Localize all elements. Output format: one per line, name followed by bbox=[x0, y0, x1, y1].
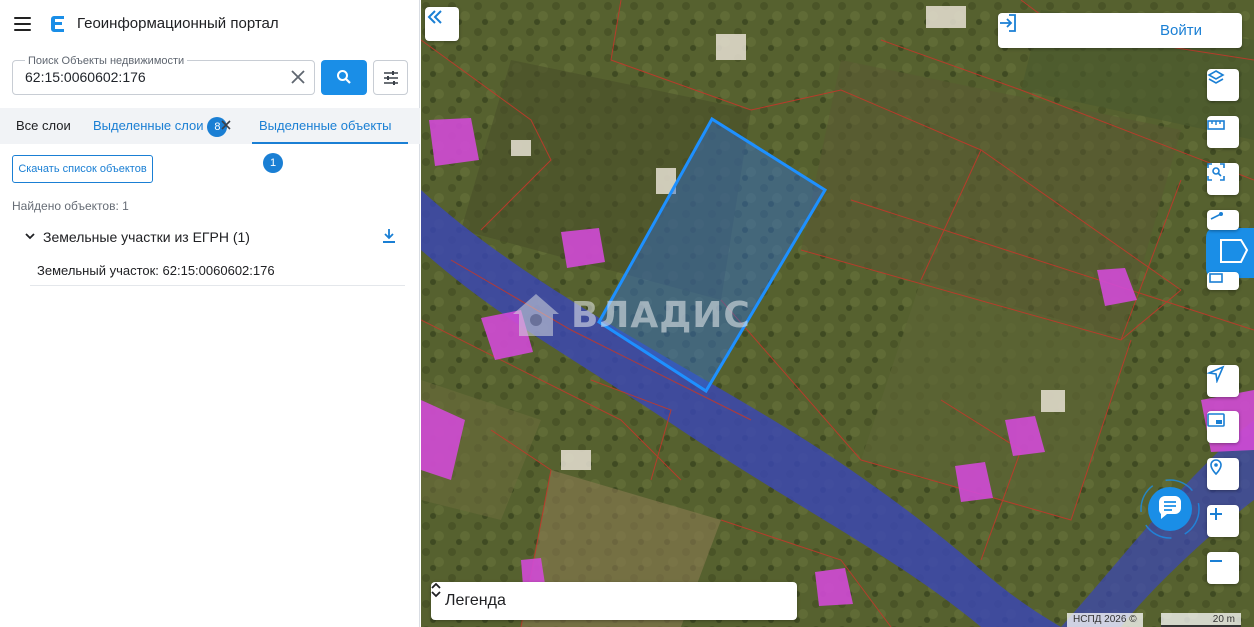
legend-dropdown[interactable]: Легенда bbox=[431, 582, 797, 620]
login-label: Войти bbox=[1160, 22, 1202, 39]
print-icon bbox=[1209, 273, 1223, 283]
area-select-button[interactable] bbox=[1207, 163, 1239, 195]
map-attribution: НСПД 2026 © bbox=[1067, 613, 1143, 627]
search-icon bbox=[337, 70, 351, 84]
filter-sliders-icon bbox=[384, 71, 398, 85]
house-logo-icon bbox=[513, 294, 559, 336]
side-panel: Геоинформационный портал Поиск Объекты н… bbox=[0, 0, 420, 627]
layers-icon bbox=[1207, 70, 1225, 84]
navigation-arrow-icon bbox=[1207, 365, 1225, 383]
result-group-title: Земельные участки из ЕГРН (1) bbox=[43, 229, 250, 245]
result-list-item[interactable]: Земельный участок: 62:15:0060602:176 bbox=[30, 254, 405, 286]
search-button[interactable] bbox=[321, 60, 367, 95]
tab-all-layers[interactable]: Все слои bbox=[16, 108, 71, 144]
clear-icon[interactable] bbox=[290, 69, 306, 85]
tab-selected-layers-label: Выделенные слои bbox=[93, 118, 204, 133]
search-label: Поиск Объекты недвижимости bbox=[25, 55, 188, 67]
chevron-up-down-icon bbox=[431, 582, 441, 598]
double-chevron-left-icon bbox=[427, 10, 442, 24]
tab-bar: Все слои Выделенные слои 8 Выделенные объ… bbox=[0, 108, 420, 173]
legend-label: Легенда bbox=[445, 592, 506, 609]
filter-button[interactable] bbox=[373, 60, 408, 95]
map-pin-icon bbox=[1210, 459, 1222, 476]
print-button[interactable] bbox=[1207, 272, 1239, 290]
top-bar: Геоинформационный портал bbox=[0, 0, 420, 48]
login-icon bbox=[1000, 14, 1016, 32]
area-select-icon bbox=[1207, 163, 1225, 181]
result-item-label: Земельный участок: 62:15:0060602:176 bbox=[37, 263, 275, 278]
download-list-button[interactable]: Скачать список объектов bbox=[12, 155, 153, 183]
watermark: ВЛАДИС bbox=[511, 292, 751, 342]
watermark-text: ВЛАДИС bbox=[571, 295, 751, 336]
ruler-button[interactable] bbox=[1207, 116, 1239, 148]
tab-selected-objects[interactable]: Выделенные объекты 1 bbox=[252, 108, 408, 173]
menu-icon[interactable] bbox=[12, 14, 34, 34]
close-icon[interactable] bbox=[220, 119, 232, 131]
layers-button[interactable] bbox=[1207, 69, 1239, 101]
geolocation-button[interactable] bbox=[1207, 365, 1239, 397]
plus-icon bbox=[1210, 508, 1222, 520]
ruler-icon bbox=[1207, 120, 1225, 130]
scale-bar: 20 m bbox=[1161, 613, 1241, 627]
chevron-down-icon bbox=[25, 233, 35, 240]
zoom-in-button[interactable] bbox=[1207, 505, 1239, 537]
search-field[interactable]: Поиск Объекты недвижимости bbox=[12, 55, 315, 95]
tab-selected-objects-label: Выделенные объекты bbox=[259, 118, 392, 133]
chat-button[interactable] bbox=[1139, 478, 1201, 540]
login-button[interactable]: Войти bbox=[998, 13, 1242, 48]
app-title: Геоинформационный портал bbox=[77, 15, 279, 32]
map-view[interactable]: ВЛАДИС Войти Легенда НСПД 2026 © 20 m bbox=[421, 0, 1254, 627]
share-icon bbox=[1210, 212, 1223, 220]
download-icon[interactable] bbox=[382, 228, 396, 244]
minimap-button[interactable] bbox=[1207, 411, 1239, 443]
share-button[interactable] bbox=[1207, 210, 1239, 230]
minus-icon bbox=[1210, 560, 1222, 562]
tab-selected-layers[interactable]: Выделенные слои 8 bbox=[93, 108, 228, 144]
picture-in-picture-icon bbox=[1207, 413, 1225, 427]
point-search-button[interactable] bbox=[1207, 458, 1239, 490]
zoom-out-button[interactable] bbox=[1207, 552, 1239, 584]
portal-logo-icon bbox=[51, 16, 64, 32]
found-count: Найдено объектов: 1 bbox=[12, 199, 129, 213]
chat-icon bbox=[1140, 479, 1200, 539]
result-group-header[interactable]: Земельные участки из ЕГРН (1) bbox=[22, 226, 402, 248]
collapse-panel-button[interactable] bbox=[425, 7, 459, 41]
selected-objects-badge: 1 bbox=[263, 152, 283, 173]
search-input[interactable] bbox=[25, 69, 285, 85]
